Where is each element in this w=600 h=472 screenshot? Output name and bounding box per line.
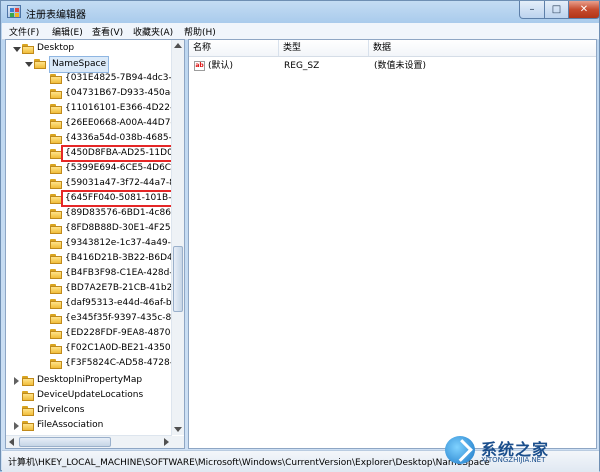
scroll-down-arrow-icon[interactable] (174, 427, 182, 432)
tree-item-label: FileAssociation (37, 420, 104, 430)
folder-icon (50, 119, 63, 129)
tree-item-label: {89D83576-6BD1-4c86-9 (65, 208, 180, 218)
highlight-box-645ff040 (61, 190, 177, 207)
tree-item-label: {B4FB3F98-C1EA-428d-A (65, 268, 179, 278)
value-row-default[interactable]: ab (默认) REG_SZ (数值未设置) (189, 59, 596, 73)
watermark-logo-icon (445, 436, 475, 464)
expand-right-icon[interactable] (14, 422, 19, 430)
value-data: (数值未设置) (374, 61, 427, 71)
tree-item-label: {F3F5824C-AD58-4728-A (65, 358, 179, 368)
expand-down-icon[interactable] (13, 47, 21, 52)
tree-item-label: Desktop (37, 43, 75, 53)
folder-icon (50, 224, 63, 234)
column-header-data[interactable]: 数据 (369, 40, 596, 56)
menu-bar: 文件(F) 编辑(E) 查看(V) 收藏夹(A) 帮助(H) (2, 23, 599, 40)
folder-icon (50, 359, 63, 369)
column-header-type[interactable]: 类型 (279, 40, 369, 56)
regedit-app-icon (7, 5, 21, 18)
tree-item-label: {4336a54d-038b-4685-a (65, 133, 178, 143)
value-type: REG_SZ (284, 61, 320, 71)
tree-item-label: DeviceUpdateLocations (37, 390, 144, 400)
title-bar[interactable]: 注册表编辑器 – □ ✕ (1, 1, 600, 23)
tree-vertical-scroll-thumb[interactable] (173, 246, 183, 312)
registry-tree-pane[interactable]: Desktop NameSpace {031E4825-7B94-4dc3-B … (5, 39, 185, 449)
tree-item-label: {8FD8B88D-30E1-4F25-A (65, 223, 180, 233)
tree-item-label: {04731B67-D933-450a-9 (65, 88, 180, 98)
tree-item-label: {daf95313-e44d-46af-be (65, 298, 178, 308)
status-path: 计算机\HKEY_LOCAL_MACHINE\SOFTWARE\Microsof… (8, 458, 490, 468)
menu-view[interactable]: 查看(V) (92, 25, 123, 38)
scrollbar-corner (172, 436, 184, 448)
close-icon: ✕ (579, 4, 589, 15)
scroll-up-arrow-icon[interactable] (174, 43, 182, 48)
folder-icon (50, 314, 63, 324)
registry-editor-window: 注册表编辑器 – □ ✕ 文件(F) 编辑(E) 查看(V) 收藏夹(A) 帮助… (0, 0, 600, 472)
tree-item-label: {26EE0668-A00A-44D7-9 (65, 118, 180, 128)
menu-file[interactable]: 文件(F) (9, 25, 39, 38)
folder-icon (22, 376, 35, 386)
folder-icon (50, 239, 63, 249)
column-headers: 名称 类型 数据 (189, 40, 596, 57)
close-button[interactable]: ✕ (568, 1, 600, 19)
tree-item-label: {e345f35f-9397-435c-8f9 (65, 313, 181, 323)
folder-icon (50, 104, 63, 114)
folder-icon (22, 44, 35, 54)
folder-icon (22, 406, 35, 416)
tree-horizontal-scrollbar[interactable] (6, 435, 172, 448)
folder-icon (50, 254, 63, 264)
folder-icon (22, 391, 35, 401)
registry-values-pane[interactable]: 名称 类型 数据 ab (默认) REG_SZ (数值未设置) (188, 39, 597, 449)
folder-icon (50, 74, 63, 84)
tree-item-label: {9343812e-1c37-4a49-a (65, 238, 177, 248)
folder-icon (34, 59, 47, 69)
tree-item-label: {ED228FDF-9EA8-4870-8 (65, 328, 180, 338)
minimize-icon: – (529, 4, 535, 15)
folder-icon (50, 269, 63, 279)
tree-item-label: {B416D21B-3B22-B6D4- (65, 253, 176, 263)
folder-icon (22, 421, 35, 431)
folder-icon (50, 329, 63, 339)
maximize-button[interactable]: □ (544, 1, 569, 19)
window-title: 注册表编辑器 (26, 10, 86, 21)
value-name: (默认) (208, 61, 234, 71)
minimize-button[interactable]: – (519, 1, 545, 19)
tree-item-label: DesktopIniPropertyMap (37, 375, 143, 385)
tree-item-label: {5399E694-6CE5-4D6C-8 (65, 163, 181, 173)
watermark: 系统之家 XITONGZHIJIA.NET (443, 434, 593, 468)
tree-vertical-scrollbar[interactable] (171, 40, 184, 435)
string-value-icon: ab (194, 61, 205, 71)
tree-item-label: DriveIcons (37, 405, 85, 415)
folder-icon (50, 179, 63, 189)
highlight-box-450d8fba (61, 145, 177, 162)
folder-icon (50, 344, 63, 354)
watermark-en: XITONGZHIJIA.NET (481, 456, 546, 464)
folder-icon (50, 89, 63, 99)
maximize-icon: □ (551, 4, 562, 15)
scroll-left-arrow-icon[interactable] (9, 438, 14, 446)
menu-help[interactable]: 帮助(H) (184, 25, 216, 38)
tree-item-label: {031E4825-7B94-4dc3-B (65, 73, 178, 83)
tree-item-label: {F02C1A0D-BE21-4350-8 (65, 343, 180, 353)
expand-right-icon[interactable] (14, 377, 19, 385)
scroll-right-arrow-icon[interactable] (164, 438, 169, 446)
tree-item-label: {59031a47-3f72-44a7-89 (65, 178, 181, 188)
folder-icon (50, 134, 63, 144)
expand-down-icon[interactable] (25, 62, 33, 67)
folder-icon (50, 164, 63, 174)
column-header-name[interactable]: 名称 (189, 40, 279, 56)
folder-icon (50, 284, 63, 294)
menu-edit[interactable]: 编辑(E) (52, 25, 83, 38)
folder-icon (50, 209, 63, 219)
tree-horizontal-scroll-thumb[interactable] (19, 437, 111, 447)
tree-item-label: {11016101-E366-4D22-B (65, 103, 180, 113)
tree-item-label: {BD7A2E7B-21CB-41b2- (65, 283, 176, 293)
menu-favorites[interactable]: 收藏夹(A) (133, 25, 173, 38)
folder-icon (50, 299, 63, 309)
